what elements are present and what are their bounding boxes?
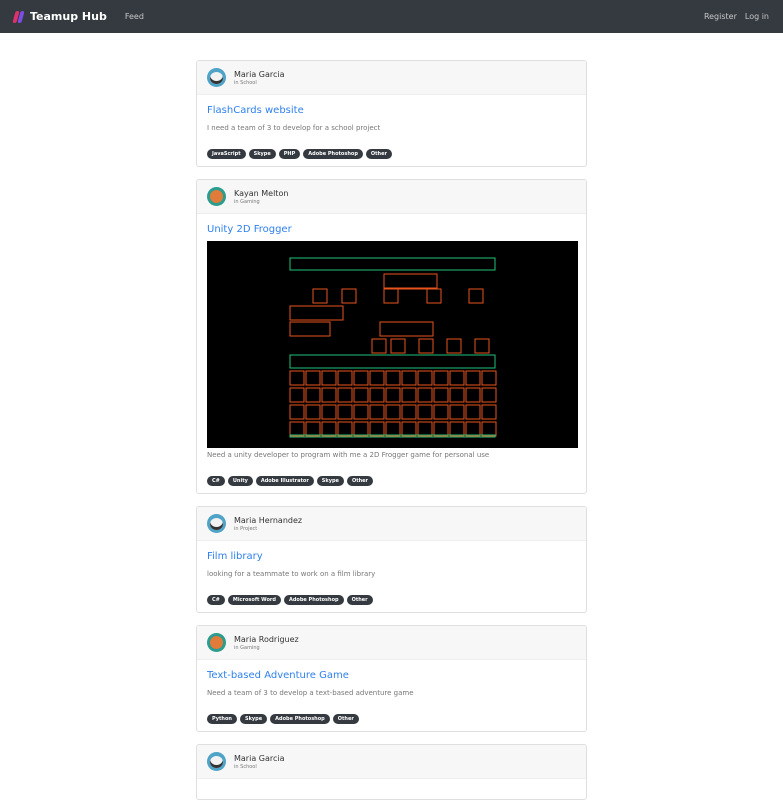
post-category: in School <box>234 763 257 770</box>
post-category: in Gaming <box>234 198 260 205</box>
post-category: in Project <box>234 525 258 532</box>
post-card: Kayan Melton in Gaming Unity 2D Frogger Nee… <box>196 179 587 494</box>
post-category: in School <box>234 79 257 86</box>
post-header: Maria Hernandez in Project <box>197 507 586 541</box>
post-header: Kayan Melton in Gaming <box>197 180 586 214</box>
login-link[interactable]: Log in <box>745 12 769 21</box>
tag-badge[interactable]: Unity <box>227 476 253 486</box>
post-description: I need a team of 3 to develop for a scho… <box>207 124 381 132</box>
avatar <box>207 68 226 87</box>
avatar <box>207 187 226 206</box>
post-header: Maria Garcia in School <box>197 745 586 779</box>
tag-badge[interactable]: Adobe Photoshop <box>283 595 344 605</box>
post-header: Maria Garcia in School <box>197 61 586 95</box>
author-name[interactable]: Maria Rodriguez <box>234 635 299 644</box>
post-image <box>207 241 578 448</box>
brand-link[interactable]: Teamup Hub <box>30 10 107 23</box>
post-title-link[interactable]: Text-based Adventure Game <box>207 670 576 681</box>
tag-list: JavaScript Skype PHP Adobe Photoshop Other <box>207 149 576 159</box>
tag-list: C# Microsoft Word Adobe Photoshop Other <box>207 595 576 605</box>
tag-badge[interactable]: Adobe Photoshop <box>270 714 330 724</box>
tag-badge[interactable]: Microsoft Word <box>227 595 281 605</box>
tag-badge[interactable]: Skype <box>239 714 268 724</box>
post-title-link[interactable]: FlashCards website <box>207 105 576 116</box>
register-link[interactable]: Register <box>704 12 737 21</box>
tag-badge[interactable]: Other <box>346 595 373 605</box>
author-name[interactable]: Maria Garcia <box>234 70 285 79</box>
avatar <box>207 514 226 533</box>
tag-badge[interactable]: PHP <box>278 149 301 159</box>
logo-icon <box>12 10 25 23</box>
post-feed: Maria Garcia in School FlashCards website I… <box>196 60 587 800</box>
tag-badge[interactable]: C# <box>207 476 225 486</box>
tag-badge[interactable]: Adobe Illustrator <box>255 476 314 486</box>
tag-list: Python Skype Adobe Photoshop Other <box>207 714 576 724</box>
tag-badge[interactable]: Other <box>365 149 392 159</box>
tag-badge[interactable]: Python <box>207 714 237 724</box>
post-description: looking for a teammate to work on a film… <box>207 570 376 578</box>
tag-badge[interactable]: Adobe Photoshop <box>303 149 363 159</box>
post-card: Maria Garcia in School <box>196 744 587 800</box>
tag-badge[interactable]: C# <box>207 595 225 605</box>
post-description: Need a unity developer to program with m… <box>207 451 490 459</box>
post-description: Need a team of 3 to develop a text-based… <box>207 689 414 697</box>
post-card: Maria Rodriguez in Gaming Text-based Adven… <box>196 625 587 732</box>
avatar <box>207 633 226 652</box>
tag-badge[interactable]: Other <box>332 714 359 724</box>
tag-badge[interactable]: JavaScript <box>207 149 246 159</box>
author-name[interactable]: Kayan Melton <box>234 189 288 198</box>
post-card: Maria Garcia in School FlashCards website I… <box>196 60 587 167</box>
author-name[interactable]: Maria Garcia <box>234 754 285 763</box>
navbar: Teamup Hub Feed Register Log in <box>0 0 783 33</box>
tag-badge[interactable]: Skype <box>316 476 344 486</box>
post-title-link[interactable]: Film library <box>207 551 576 562</box>
tag-badge[interactable]: Other <box>346 476 374 486</box>
post-title-link[interactable]: Unity 2D Frogger <box>207 224 576 235</box>
post-card: Maria Hernandez in Project Film library loo… <box>196 506 587 613</box>
tag-badge[interactable]: Skype <box>248 149 276 159</box>
tag-list: C# Unity Adobe Illustrator Skype Other <box>207 476 576 486</box>
post-header: Maria Rodriguez in Gaming <box>197 626 586 660</box>
author-name[interactable]: Maria Hernandez <box>234 516 302 525</box>
nav-feed[interactable]: Feed <box>125 12 144 21</box>
avatar <box>207 752 226 771</box>
post-category: in Gaming <box>234 644 260 651</box>
